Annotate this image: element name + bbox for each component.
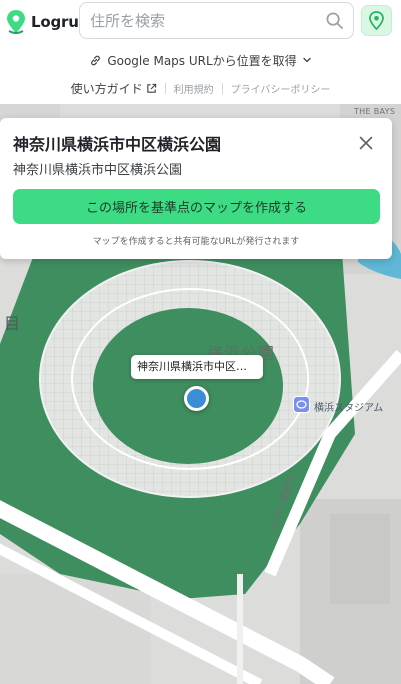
stadium-glyph xyxy=(296,400,307,409)
place-info-card: 神奈川県横浜市中区横浜公園 神奈川県横浜市中区横浜公園 この場所を基準点のマップ… xyxy=(0,118,392,259)
place-title: 神奈川県横浜市中区横浜公園 xyxy=(13,135,222,154)
search-box xyxy=(79,2,354,39)
google-maps-url-label: Google Maps URLから位置を取得 xyxy=(107,53,297,68)
app-logo[interactable]: Logru xyxy=(5,9,79,35)
divider xyxy=(221,82,223,94)
divider xyxy=(164,82,166,94)
create-map-note: マップを作成すると共有可能なURLが発行されます xyxy=(92,237,300,247)
current-location-button[interactable] xyxy=(361,5,392,36)
app-header: Logru Google Maps URLから位置を取得 xyxy=(0,0,401,104)
top-bar: Logru xyxy=(0,0,401,44)
marker-tooltip: 神奈川県横浜市中区横浜公園 xyxy=(131,355,263,379)
map-label-chome: 目 xyxy=(4,314,21,333)
privacy-policy-link[interactable]: プライバシーポリシー xyxy=(231,81,331,96)
app-name: Logru xyxy=(31,13,79,31)
external-link-icon xyxy=(146,83,156,93)
map-label-the-bays: THE BAYS xyxy=(354,107,396,116)
place-address: 神奈川県横浜市中区横浜公園 xyxy=(13,163,183,178)
map-pin-icon xyxy=(7,10,25,34)
terms-link[interactable]: 利用規約 xyxy=(174,81,214,96)
link-icon xyxy=(91,55,101,65)
create-map-button[interactable]: この場所を基準点のマップを作成する xyxy=(13,189,380,224)
search-input[interactable] xyxy=(90,3,315,38)
usage-guide-label: 使い方ガイド xyxy=(70,81,143,96)
chevron-down-icon xyxy=(303,57,311,63)
location-marker[interactable] xyxy=(184,386,209,411)
stadium-icon[interactable] xyxy=(293,396,310,413)
close-button[interactable] xyxy=(355,132,377,154)
footer-links: 使い方ガイド 利用規約 プライバシーポリシー xyxy=(0,78,401,98)
map-label-stadium[interactable]: 横浜スタジアム xyxy=(314,399,383,414)
search-icon[interactable] xyxy=(325,11,344,30)
usage-guide-link[interactable]: 使い方ガイド xyxy=(71,80,157,97)
google-maps-url-toggle[interactable]: Google Maps URLから位置を取得 xyxy=(0,50,401,70)
location-pin-icon xyxy=(369,11,384,30)
close-icon xyxy=(359,136,373,150)
